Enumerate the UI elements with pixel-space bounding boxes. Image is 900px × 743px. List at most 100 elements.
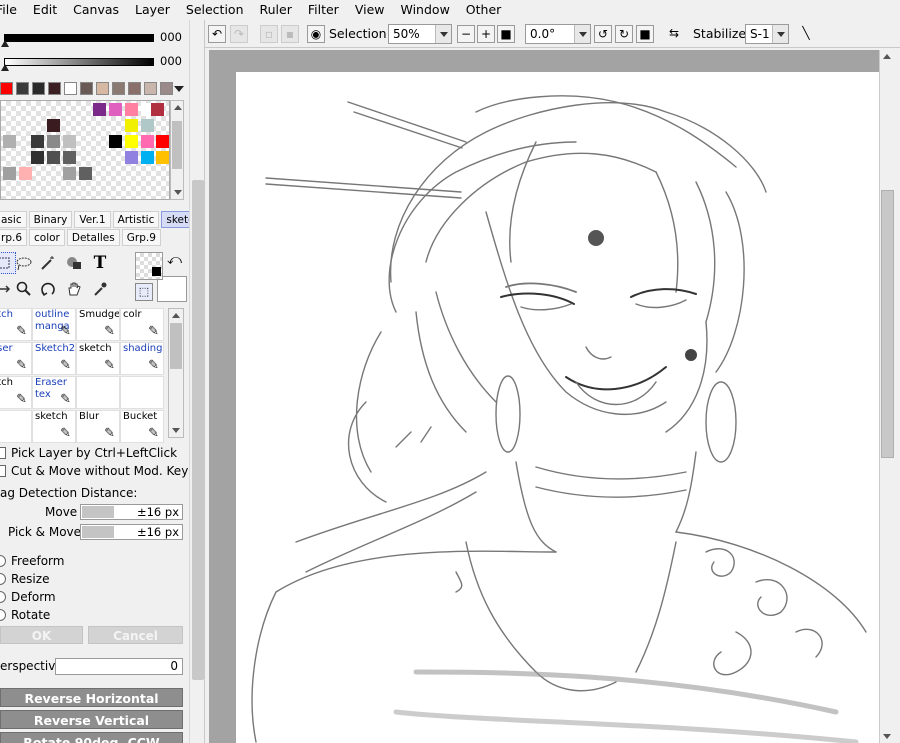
cut-move-checkbox[interactable]: Cut & Move without Mod. Key (0, 462, 188, 480)
palette-color[interactable] (19, 167, 32, 180)
palette-color[interactable] (63, 167, 76, 180)
move-distance-slider[interactable]: ±16 px (80, 504, 183, 520)
menu-ruler[interactable]: Ruler (252, 0, 300, 20)
palette-color[interactable] (125, 119, 138, 132)
slider-handle[interactable] (1, 64, 9, 71)
zoom-out-button[interactable]: − (457, 25, 475, 43)
pick-move-distance-slider[interactable]: ±16 px (80, 524, 183, 540)
swap-colors-icon[interactable]: ⤺ (167, 252, 182, 268)
canvas-area[interactable] (209, 50, 879, 743)
brush-slot[interactable]: sketch ✎ (32, 410, 76, 443)
perspective-input[interactable]: 0 (55, 658, 183, 675)
stabilizer-select[interactable]: S-1 (745, 24, 789, 44)
brush-group-tab[interactable]: asic (0, 211, 27, 228)
quick-swatch[interactable] (0, 82, 13, 95)
slider-handle[interactable] (1, 40, 9, 47)
brush-group-tab[interactable]: Artistic (112, 211, 160, 228)
palette-color[interactable] (156, 151, 169, 164)
brush-group-tab[interactable]: rp.6 (0, 229, 27, 246)
brush-slot[interactable]: etch✎ (0, 376, 32, 409)
transform-mode-radio[interactable]: Rotate (0, 606, 50, 624)
brush-group-tab[interactable]: Binary (28, 211, 73, 228)
brush-slot[interactable] (120, 376, 164, 409)
brush-slot[interactable]: Blur ✎ (76, 410, 120, 443)
palette-color[interactable] (141, 151, 154, 164)
menu-view[interactable]: View (347, 0, 393, 20)
reverse-vertical-button[interactable]: Reverse Vertical (0, 710, 183, 729)
panel-scrollbar[interactable] (189, 20, 204, 743)
cancel-button[interactable]: Cancel (88, 626, 183, 644)
ok-button[interactable]: OK (0, 626, 83, 644)
rotate-tool[interactable] (36, 278, 60, 300)
quick-swatch[interactable] (32, 82, 45, 95)
quick-swatch[interactable] (144, 82, 157, 95)
scroll-up-icon[interactable] (883, 54, 891, 59)
quick-swatch[interactable] (96, 82, 109, 95)
palette-color[interactable] (109, 103, 122, 116)
brush-slot[interactable]: aser✎ (0, 342, 32, 375)
deselect-button[interactable]: ▫ (260, 25, 278, 43)
lasso-tool[interactable] (12, 252, 36, 274)
swatch-menu-arrow-icon[interactable] (174, 86, 184, 92)
palette-color[interactable] (125, 103, 138, 116)
brush-slot[interactable]: outline manga ✎ (32, 308, 76, 341)
quick-swatch[interactable] (80, 82, 93, 95)
zoom-reset-button[interactable]: ■ (497, 25, 515, 43)
color-selector[interactable]: ⤺ ⬚ (135, 252, 187, 304)
chevron-down-icon[interactable] (772, 25, 788, 43)
brush-slot[interactable]: Bucket ✎ (120, 410, 164, 443)
menu-file[interactable]: File (0, 0, 25, 20)
hand-tool[interactable] (62, 278, 86, 300)
palette-color[interactable] (141, 119, 154, 132)
menu-filter[interactable]: Filter (300, 0, 347, 20)
palette-scrollbar[interactable] (170, 100, 184, 200)
rotation-select[interactable]: 0.0° (525, 24, 591, 44)
shape-tool[interactable] (62, 252, 86, 274)
reverse-horizontal-button[interactable]: Reverse Horizontal (0, 688, 183, 707)
scroll-down-icon[interactable] (172, 428, 180, 433)
scroll-down-icon[interactable] (883, 734, 891, 739)
text-tool[interactable]: T (88, 252, 112, 274)
quick-swatch[interactable] (16, 82, 29, 95)
palette-color[interactable] (109, 135, 122, 148)
scroll-down-icon[interactable] (174, 190, 182, 195)
brush-slot[interactable]: Eraser tex ✎ (32, 376, 76, 409)
quick-swatch[interactable] (48, 82, 61, 95)
chevron-down-icon[interactable] (574, 25, 590, 43)
palette-color[interactable] (125, 151, 138, 164)
rotate-ccw-button[interactable]: Rotate 90deg. CCW (0, 732, 183, 743)
transform-mode-radio[interactable]: Freeform (0, 552, 64, 570)
quick-swatch[interactable] (160, 82, 173, 95)
brush-slot[interactable]: Smudge ✎ (76, 308, 120, 341)
current-color-swatch[interactable] (152, 267, 161, 276)
palette-color[interactable] (125, 135, 138, 148)
brush-group-tab[interactable]: Grp.9 (121, 229, 161, 246)
palette-color[interactable] (31, 135, 44, 148)
rotate-right-button[interactable]: ↻ (615, 25, 633, 43)
opacity-slider[interactable]: 000 (0, 28, 189, 47)
brush-scrollbar[interactable] (168, 308, 184, 438)
palette-color[interactable] (151, 103, 164, 116)
transparent-color-icon[interactable]: ⬚ (135, 283, 153, 301)
brush-slot[interactable]: shading ✎ (120, 342, 164, 375)
menu-selection[interactable]: Selection (178, 0, 252, 20)
palette-color[interactable] (3, 167, 16, 180)
palette-color[interactable] (156, 135, 169, 148)
palette-color[interactable] (47, 151, 60, 164)
transform-mode-radio[interactable]: Resize (0, 570, 49, 588)
menu-canvas[interactable]: Canvas (65, 0, 127, 20)
quick-swatch[interactable] (64, 82, 77, 95)
menu-layer[interactable]: Layer (127, 0, 178, 20)
palette-color[interactable] (31, 151, 44, 164)
zoom-in-button[interactable]: + (477, 25, 495, 43)
zoom-select[interactable]: 50% (388, 24, 452, 44)
brush-group-tab[interactable]: color (29, 229, 65, 246)
flip-view-button[interactable]: ⇆ (665, 25, 683, 43)
magic-wand-tool[interactable] (36, 252, 60, 274)
brush-slot[interactable] (76, 376, 120, 409)
brush-slot[interactable]: sketch ✎ (76, 342, 120, 375)
eyedropper-tool[interactable] (88, 278, 112, 300)
transform-mode-radio[interactable]: Deform (0, 588, 56, 606)
canvas-vertical-scrollbar[interactable] (879, 50, 895, 743)
brush-slot[interactable] (0, 410, 32, 443)
